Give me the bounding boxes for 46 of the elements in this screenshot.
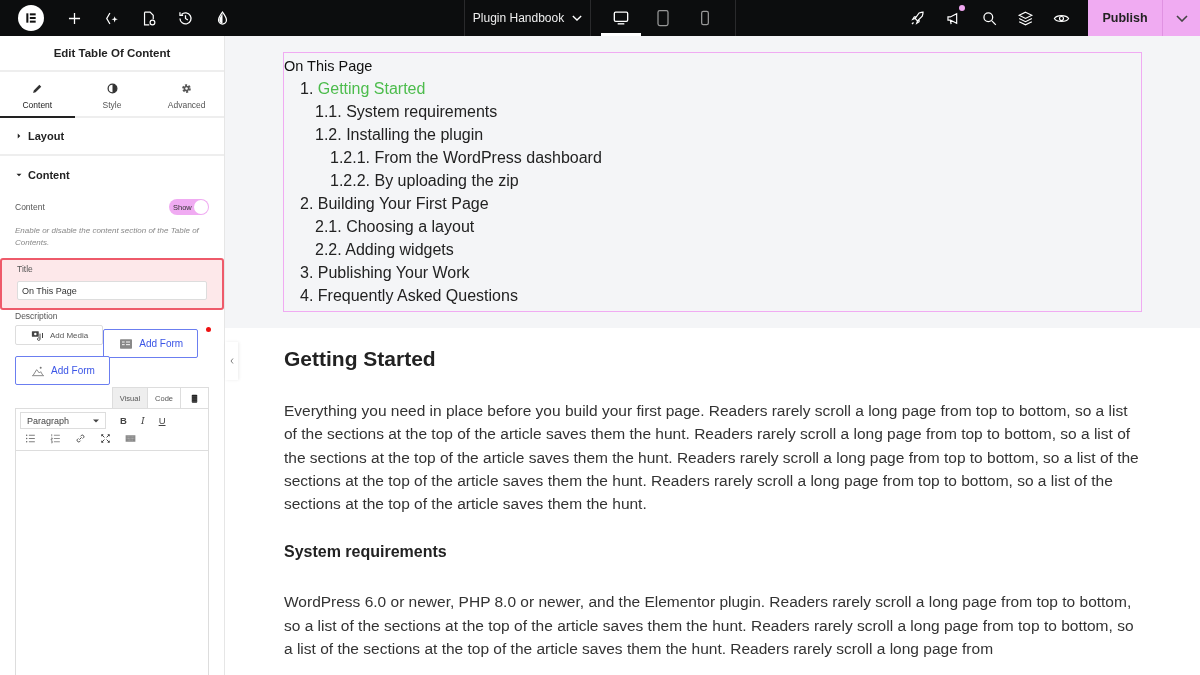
toc-link[interactable]: 2.1. Choosing a layout: [315, 215, 475, 238]
numbered-list-icon: [49, 432, 62, 445]
publish-button[interactable]: Publish: [1088, 0, 1162, 36]
title-field[interactable]: On This Page: [17, 281, 207, 300]
bullet-list-icon: [24, 432, 37, 445]
fullscreen-icon: [99, 432, 112, 445]
paragraph: WordPress 6.0 or newer, PHP 8.0 or newer, and the Elementor plugin. Readers rarely scroll a long page from top to bottom, so a list of the sections at the top of the article saves them the hunt. Readers rarely scroll a long page from top to bottom, so a list of the sections at the top of the article saves them the hunt. Readers rarely scroll a long page from: [284, 592, 1135, 660]
help-text: Enable or disable the content section of the Table of Contents.: [15, 225, 201, 248]
bold-button[interactable]: B: [120, 415, 127, 426]
panel-tab[interactable]: Style: [74, 72, 150, 118]
add-image-button[interactable]: Add Form: [15, 356, 110, 385]
toc-link[interactable]: 1.2. Installing the plugin: [315, 123, 484, 146]
logo-icon[interactable]: [18, 5, 44, 31]
paragraph: Everything you need in place before you build your first page. Readers rarely scroll a long page from top to bottom, so a list of the sections at the top of the article saves them the hunt. Readers rarely scroll a long page from top to bottom, so a list of the sections at the top of the article saves them the hunt. Readers rarely scroll a long page from top to bottom, so a list of the sections at the top of the article saves them the hunt. Readers rarely scroll a long page from top to bottom, so a list of the sections at the top of the article saves them the hunt.: [284, 401, 1140, 515]
section-header[interactable]: Content: [0, 157, 224, 193]
contrast-icon: [104, 81, 120, 96]
toc-link[interactable]: 2. Building Your First Page: [300, 192, 489, 215]
section-heading: Getting Started: [284, 346, 437, 372]
control-label: Content: [15, 202, 45, 212]
add-media-button[interactable]: Add Media: [15, 325, 104, 345]
toc-link[interactable]: 2.2. Adding widgets: [315, 238, 454, 261]
link-icon: [74, 432, 87, 445]
chevron-icon: [1175, 14, 1188, 22]
underline-button[interactable]: U: [158, 415, 166, 426]
subsection-heading: System requirements: [284, 542, 448, 563]
toc-title: On This Page: [284, 57, 374, 76]
panel-title: Edit Table Of Content: [0, 36, 224, 72]
toc-link[interactable]: 1.2.2. By uploading the zip: [330, 169, 519, 192]
control-label: Title: [17, 264, 34, 274]
italic-button[interactable]: I: [140, 415, 145, 426]
keyboard-icon: [124, 432, 137, 445]
layers-icon[interactable]: [1015, 8, 1035, 28]
toc-link[interactable]: 1. Getting Started: [300, 77, 426, 100]
clear-button[interactable]: [180, 387, 209, 408]
text-editor[interactable]: Paragraph B I U: [15, 408, 209, 675]
panel-tab[interactable]: Content: [0, 72, 75, 118]
section-header[interactable]: Layout: [0, 118, 224, 156]
toc-link[interactable]: 4. Frequently Asked Questions: [300, 284, 518, 307]
add-form-button[interactable]: Add Form: [103, 329, 199, 358]
panel-tab[interactable]: Advanced: [149, 72, 224, 118]
toc-link[interactable]: 1.2.1. From the WordPress dashboard: [330, 146, 602, 169]
format-dropdown[interactable]: Paragraph: [20, 412, 106, 429]
toc-link[interactable]: 1.1. System requirements: [315, 100, 498, 123]
toc-link[interactable]: 3. Publishing Your Work: [300, 261, 470, 284]
chevron-icon: [572, 15, 583, 21]
control-label: Description: [15, 311, 59, 321]
